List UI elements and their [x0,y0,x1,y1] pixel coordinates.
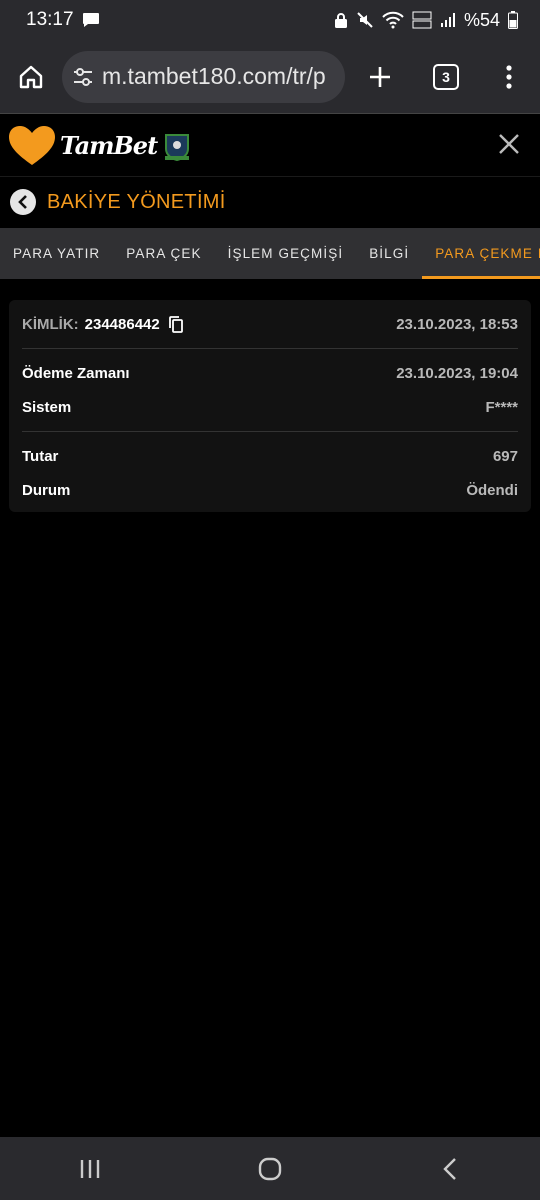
transaction-id: 234486442 [84,315,160,333]
amount-label: Tutar [22,447,59,465]
tab-transaction-history[interactable]: İŞLEM GEÇMİŞİ [215,228,357,279]
tab-switcher-button[interactable]: 3 [413,40,479,114]
close-button[interactable] [498,133,524,159]
copy-icon [168,315,183,333]
system-row: Sistem F**** [22,390,518,424]
tab-bar: PARA YATIR PARA ÇEK İŞLEM GEÇMİŞİ BİLGİ … [0,228,540,279]
page-title-bar: BAKİYE YÖNETİMİ [0,177,540,227]
tab-withdraw-status[interactable]: PARA ÇEKME DURUMU [422,228,540,279]
tab-info[interactable]: BİLGİ [356,228,422,279]
transaction-id-row: KİMLİK: 234486442 23.10.2023, 18:53 [22,300,518,348]
page-title: BAKİYE YÖNETİMİ [47,190,226,213]
amount-value: 697 [492,447,518,465]
signal-icon [440,12,456,28]
message-icon [82,12,100,28]
copy-button[interactable] [168,315,183,333]
badge-emblem-icon [165,133,190,161]
payment-time-value: 23.10.2023, 19:04 [396,364,518,382]
site-settings-icon[interactable] [72,67,94,87]
site-header: TamBet [0,115,540,177]
logo-text: TamBet [60,131,158,160]
browser-menu-button[interactable] [479,40,539,114]
browser-toolbar: m.tambet180.com/tr/p 3 [0,40,540,114]
recents-icon [80,1159,100,1178]
status-row: Durum Ödendi [22,473,518,507]
close-icon [499,134,519,154]
plus-icon [370,66,390,87]
payment-time-row: Ödeme Zamanı 23.10.2023, 19:04 [22,356,518,390]
back-button[interactable] [10,189,36,215]
status-value: Ödendi [466,481,518,499]
payment-time-label: Ödeme Zamanı [22,364,130,382]
recent-apps-button[interactable] [50,1137,130,1200]
system-value: F**** [485,398,518,416]
address-bar[interactable]: m.tambet180.com/tr/p [62,50,345,103]
back-chevron-icon [443,1157,456,1180]
amount-row: Tutar 697 [22,439,518,473]
heart-logo-icon [9,125,55,165]
home-button[interactable] [0,40,62,114]
new-tab-button[interactable] [347,40,413,114]
chevron-left-icon [18,195,27,209]
home-circle-icon [258,1157,282,1180]
mute-icon [356,11,374,29]
battery-icon [508,11,518,29]
system-nav-bar [0,1137,540,1200]
id-label: KİMLİK: [22,315,79,333]
battery-percent: %54 [463,9,500,30]
status-label: Durum [22,481,71,499]
transaction-card: KİMLİK: 234486442 23.10.2023, 18:53 Ödem… [9,300,531,512]
wifi-icon [382,11,404,29]
home-icon [19,65,43,88]
tab-count: 3 [433,63,459,90]
created-date: 23.10.2023, 18:53 [396,315,518,333]
tab-withdraw[interactable]: PARA ÇEK [113,228,214,279]
system-label: Sistem [22,398,72,416]
more-vertical-icon [506,64,512,89]
status-bar: 13:17 %54 [0,0,540,40]
url-text: m.tambet180.com/tr/p [102,63,326,89]
site-logo[interactable]: TamBet [8,125,191,167]
tab-deposit[interactable]: PARA YATIR [0,228,113,279]
home-nav-button[interactable] [230,1137,310,1200]
lock-icon [334,12,348,28]
volte-icon [412,11,432,29]
back-nav-button[interactable] [410,1137,490,1200]
status-time: 13:17 [26,9,74,30]
